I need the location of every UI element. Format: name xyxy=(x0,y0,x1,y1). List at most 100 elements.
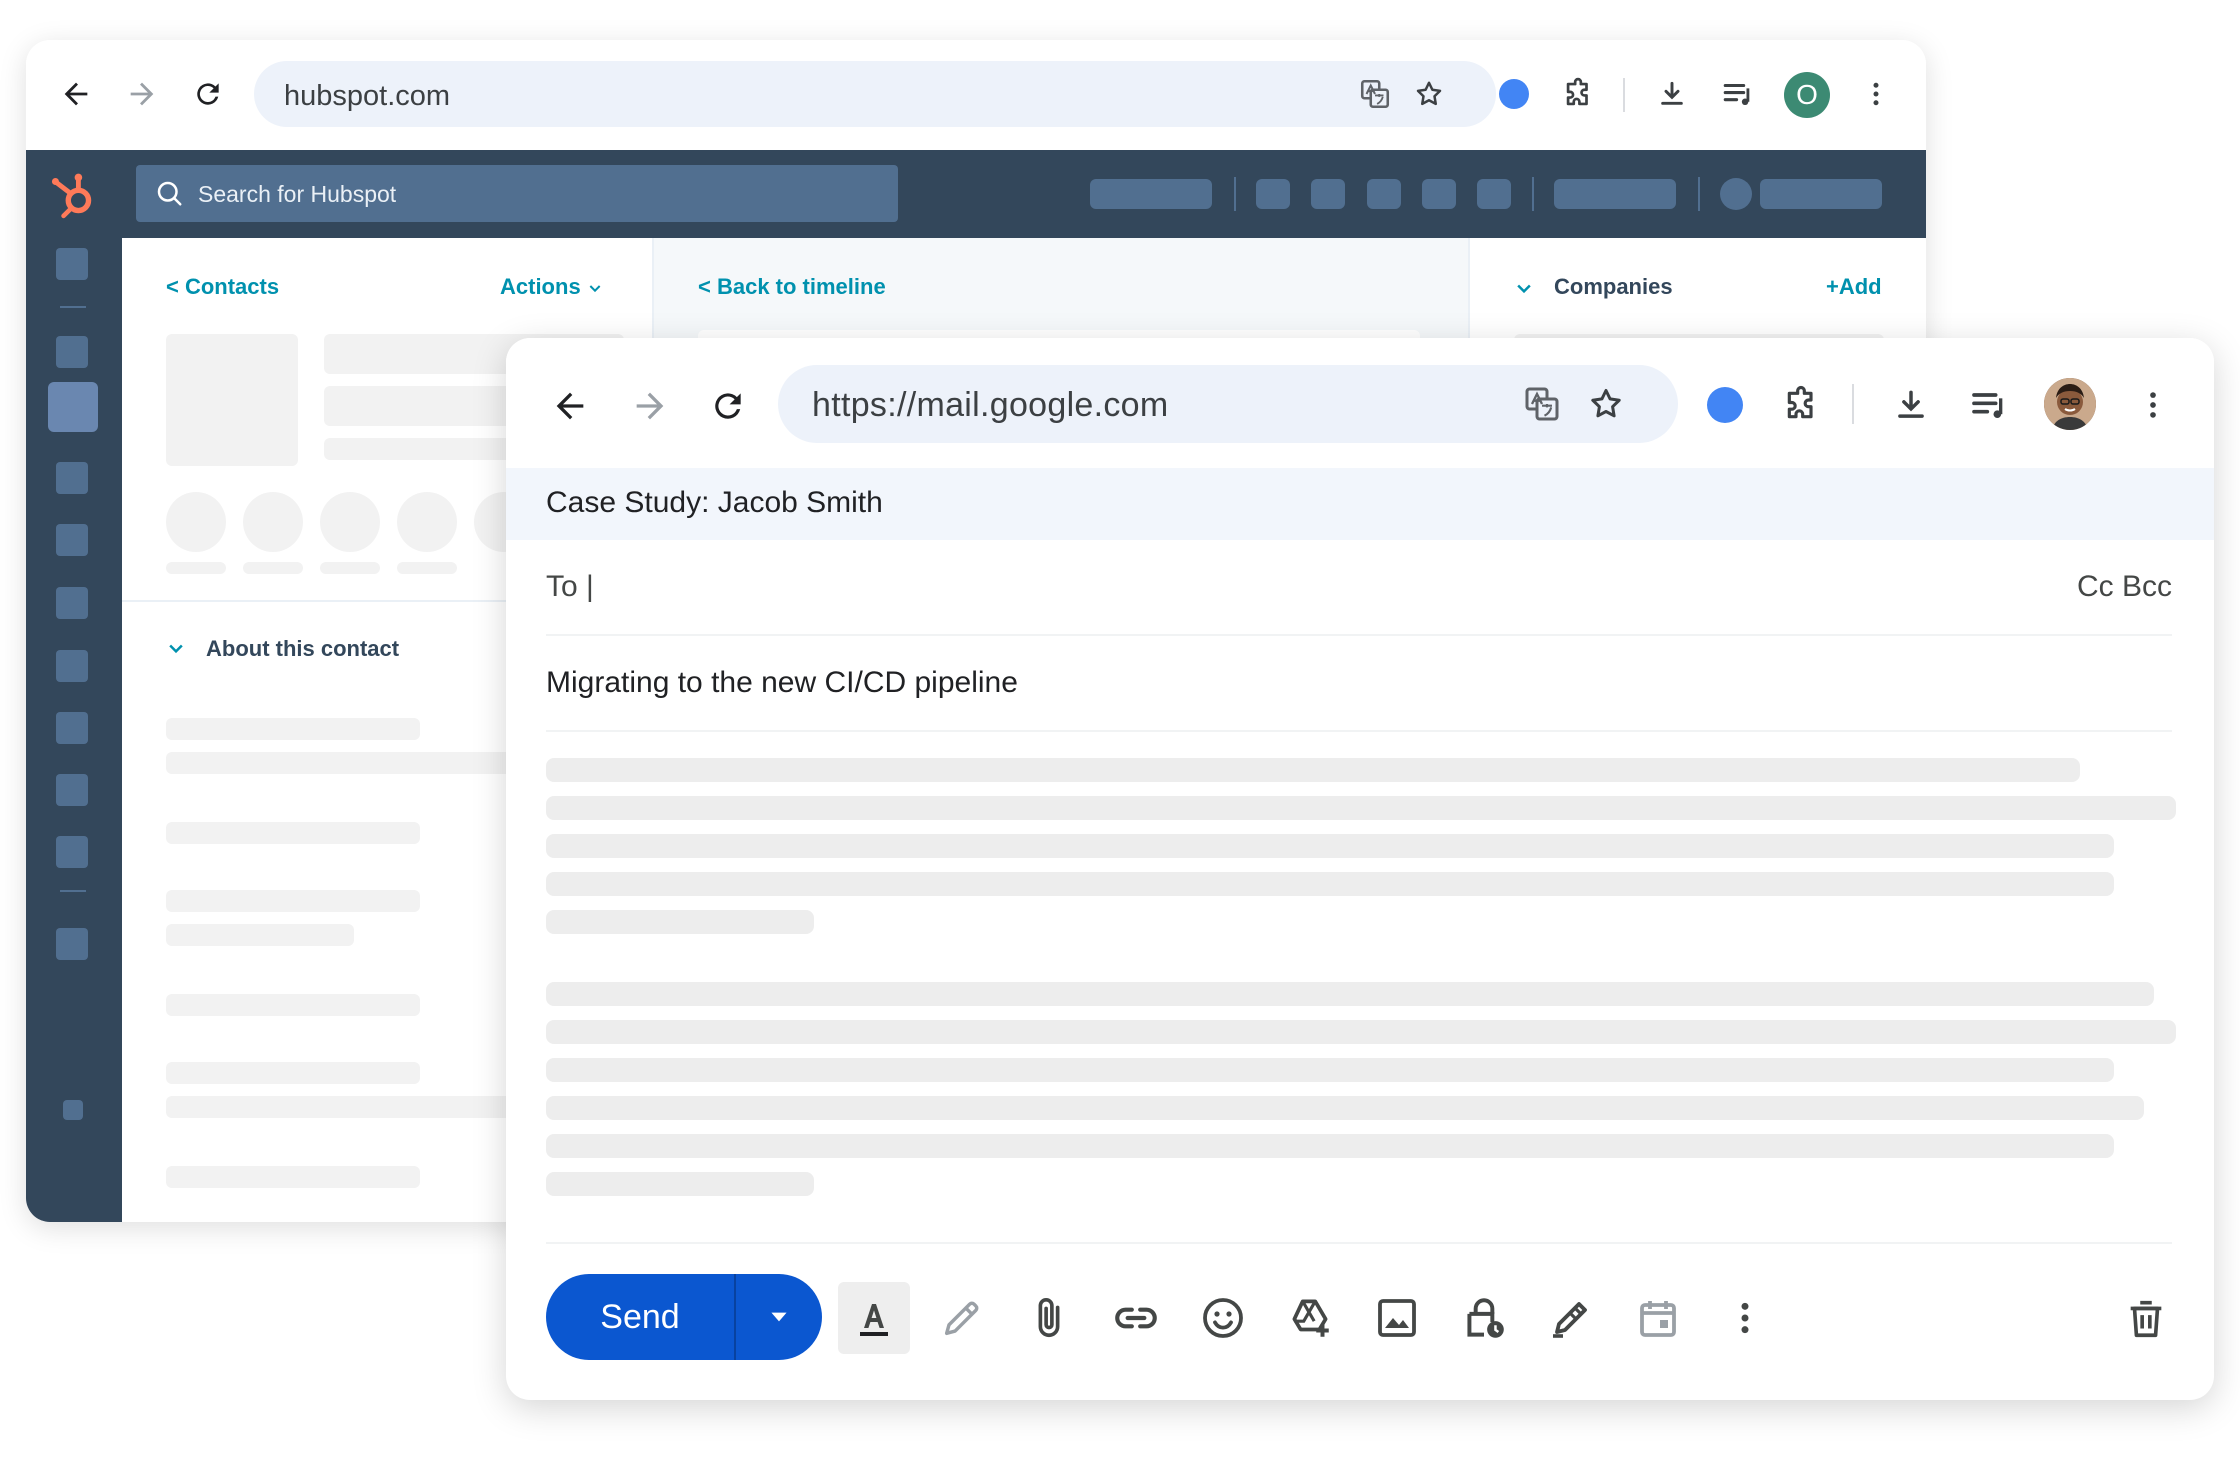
back-arrow-icon[interactable] xyxy=(542,378,598,434)
send-button[interactable]: Send xyxy=(546,1274,734,1360)
nav-placeholder[interactable] xyxy=(1554,179,1676,209)
back-to-contacts-link[interactable]: < Contacts xyxy=(166,274,279,300)
sidebar-item[interactable] xyxy=(56,774,88,806)
kebab-menu-icon[interactable] xyxy=(1854,72,1898,116)
sidebar-item[interactable] xyxy=(56,524,88,556)
add-company-link[interactable]: +Add xyxy=(1826,274,1882,300)
action-circle[interactable] xyxy=(243,492,303,552)
back-arrow-icon[interactable] xyxy=(52,70,100,118)
avatar[interactable] xyxy=(2044,378,2096,430)
nav-divider xyxy=(1698,177,1700,211)
sidebar-item[interactable] xyxy=(56,336,88,368)
text-format-icon[interactable] xyxy=(838,1282,910,1354)
star-icon[interactable] xyxy=(1410,75,1448,113)
text-placeholder xyxy=(546,1134,2114,1158)
account-name-placeholder[interactable] xyxy=(1760,179,1882,209)
sidebar-item[interactable] xyxy=(56,650,88,682)
download-icon[interactable] xyxy=(1886,380,1936,430)
translate-icon[interactable] xyxy=(1520,382,1564,426)
sidebar-item[interactable] xyxy=(56,836,88,868)
send-options-button[interactable] xyxy=(736,1274,822,1360)
text-placeholder xyxy=(166,924,354,946)
text-placeholder xyxy=(166,562,226,574)
nav-icon-placeholder[interactable] xyxy=(1311,179,1345,209)
actions-menu[interactable]: Actions xyxy=(500,274,603,300)
text-placeholder xyxy=(546,1096,2144,1120)
profile-dot-icon[interactable] xyxy=(1704,384,1746,426)
media-queue-icon[interactable] xyxy=(1964,380,2014,430)
media-queue-icon[interactable] xyxy=(1716,72,1760,116)
actions-label: Actions xyxy=(500,274,581,299)
contact-avatar-placeholder xyxy=(166,334,298,466)
extensions-icon[interactable] xyxy=(1776,380,1826,430)
sidebar-item-active[interactable] xyxy=(48,382,98,432)
emoji-icon[interactable] xyxy=(1187,1282,1259,1354)
link-icon[interactable] xyxy=(1100,1282,1172,1354)
nav-icon-placeholder[interactable] xyxy=(1477,179,1511,209)
subject-row[interactable]: Migrating to the new CI/CD pipeline xyxy=(546,636,2172,732)
reload-icon[interactable] xyxy=(184,70,232,118)
forward-arrow-icon[interactable] xyxy=(118,70,166,118)
text-placeholder xyxy=(546,910,814,934)
hubspot-logo-icon[interactable] xyxy=(46,168,100,222)
companies-heading[interactable]: Companies xyxy=(1554,274,1673,300)
nav-placeholder[interactable] xyxy=(1090,179,1212,209)
to-field[interactable]: To | xyxy=(546,570,594,604)
sidebar-item[interactable] xyxy=(56,248,88,280)
sidebar-divider xyxy=(60,306,86,308)
schedule-icon[interactable] xyxy=(1622,1282,1694,1354)
action-circle[interactable] xyxy=(166,492,226,552)
hubspot-search-bar[interactable]: Search for Hubspot xyxy=(136,165,898,222)
more-options-icon[interactable] xyxy=(1709,1282,1781,1354)
sidebar-item[interactable] xyxy=(56,587,88,619)
extensions-icon[interactable] xyxy=(1556,72,1600,116)
sidebar-item[interactable] xyxy=(56,462,88,494)
compose-title-bar[interactable]: Case Study: Jacob Smith xyxy=(506,468,2214,540)
address-bar[interactable]: hubspot.com xyxy=(254,61,1496,127)
chevron-down-icon[interactable] xyxy=(166,638,186,658)
nav-icon-placeholder[interactable] xyxy=(1256,179,1290,209)
about-contact-heading[interactable]: About this contact xyxy=(206,636,399,662)
nav-divider xyxy=(1532,177,1534,211)
hubspot-topnav: Search for Hubspot xyxy=(26,150,1926,238)
send-button-group: Send xyxy=(546,1274,822,1360)
address-bar[interactable]: https://mail.google.com xyxy=(778,365,1678,443)
text-placeholder xyxy=(243,562,303,574)
nav-icon-placeholder[interactable] xyxy=(1367,179,1401,209)
recipients-row[interactable]: To | Cc Bcc xyxy=(546,540,2172,636)
hubspot-sidebar xyxy=(26,238,122,1222)
back-to-timeline-link[interactable]: < Back to timeline xyxy=(698,274,886,300)
action-circle[interactable] xyxy=(397,492,457,552)
chevron-down-icon[interactable] xyxy=(1514,278,1534,298)
text-placeholder xyxy=(166,1166,420,1188)
star-icon[interactable] xyxy=(1584,382,1628,426)
kebab-menu-icon[interactable] xyxy=(2128,380,2178,430)
pen-icon[interactable] xyxy=(926,1282,998,1354)
subject-field[interactable]: Migrating to the new CI/CD pipeline xyxy=(546,666,1018,700)
url-text: https://mail.google.com xyxy=(812,386,1169,424)
account-avatar-placeholder[interactable] xyxy=(1720,178,1752,210)
message-body[interactable] xyxy=(506,732,2214,1232)
cc-bcc-button[interactable]: Cc Bcc xyxy=(2077,570,2172,604)
attach-icon[interactable] xyxy=(1013,1282,1085,1354)
action-circle[interactable] xyxy=(320,492,380,552)
profile-dot-icon[interactable] xyxy=(1496,76,1532,112)
sidebar-item[interactable] xyxy=(56,928,88,960)
nav-icon-placeholder[interactable] xyxy=(1422,179,1456,209)
reload-icon[interactable] xyxy=(700,378,756,434)
translate-icon[interactable] xyxy=(1356,75,1394,113)
signature-icon[interactable] xyxy=(1535,1282,1607,1354)
download-icon[interactable] xyxy=(1650,72,1694,116)
sidebar-item[interactable] xyxy=(56,712,88,744)
text-placeholder xyxy=(546,982,2154,1006)
confidential-icon[interactable] xyxy=(1448,1282,1520,1354)
avatar[interactable]: O xyxy=(1784,72,1830,118)
forward-arrow-icon[interactable] xyxy=(622,378,678,434)
nav-divider xyxy=(1234,177,1236,211)
sidebar-divider xyxy=(60,890,86,892)
drive-icon[interactable] xyxy=(1274,1282,1346,1354)
sidebar-collapse[interactable] xyxy=(63,1100,83,1120)
delete-icon[interactable] xyxy=(2110,1282,2182,1354)
text-placeholder xyxy=(166,1062,420,1084)
image-icon[interactable] xyxy=(1361,1282,1433,1354)
